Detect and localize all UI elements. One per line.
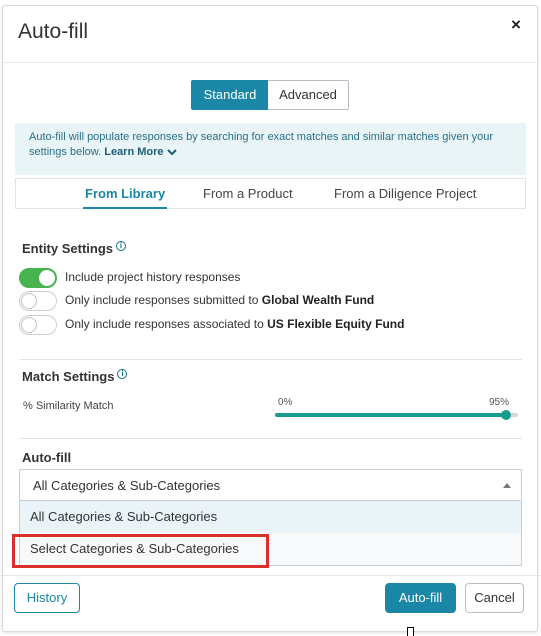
category-select[interactable]: All Categories & Sub-Categories <box>19 469 522 501</box>
info-icon[interactable]: i <box>117 369 128 379</box>
us-flexible-equity-fund-toggle[interactable] <box>19 315 57 335</box>
slider-thumb[interactable] <box>501 410 511 420</box>
autofill-button[interactable]: Auto-fill <box>385 583 456 613</box>
divider <box>19 438 522 439</box>
info-text: Auto-fill will populate responses by sea… <box>29 131 494 158</box>
autofill-heading: Auto-fill <box>22 450 72 465</box>
divider <box>19 359 522 360</box>
tab-from-a-product[interactable]: From a Product <box>203 179 293 208</box>
option-all-categories[interactable]: All Categories & Sub-Categories <box>20 501 521 533</box>
slider-min-label: 0% <box>278 397 293 408</box>
slider-fill <box>275 413 506 417</box>
close-icon[interactable]: × <box>507 16 525 34</box>
include-project-history-toggle[interactable] <box>19 268 57 288</box>
caret-up-icon <box>503 483 511 488</box>
select-value: All Categories & Sub-Categories <box>33 478 221 493</box>
global-wealth-fund-toggle[interactable] <box>19 291 57 311</box>
info-icon[interactable]: i <box>116 241 127 251</box>
entity-settings-heading: Entity Settings i <box>22 241 127 256</box>
footer-divider <box>0 575 541 576</box>
learn-more-link[interactable]: Learn More <box>104 146 177 158</box>
advanced-mode-button[interactable]: Advanced <box>268 80 349 110</box>
cancel-button[interactable]: Cancel <box>465 583 524 613</box>
toggle-label: Include project history responses <box>65 270 241 284</box>
tab-from-library[interactable]: From Library <box>82 179 168 209</box>
slider-value-label: 95% <box>489 397 510 408</box>
match-settings-heading: Match Settings i <box>22 369 128 384</box>
source-tabs: From Library From a Product From a Dilig… <box>15 178 526 209</box>
similarity-match-label: % Similarity Match <box>23 400 114 412</box>
mouse-cursor <box>407 627 414 636</box>
info-banner: Auto-fill will populate responses by sea… <box>15 123 526 175</box>
chevron-down-icon <box>166 149 177 156</box>
category-dropdown-list: All Categories & Sub-Categories Select C… <box>19 501 522 566</box>
tab-from-a-diligence-project[interactable]: From a Diligence Project <box>334 179 476 208</box>
toggle-label: Only include responses associated to US … <box>65 317 405 331</box>
option-select-categories[interactable]: Select Categories & Sub-Categories <box>20 533 521 565</box>
history-button[interactable]: History <box>14 583 80 613</box>
standard-mode-button[interactable]: Standard <box>191 80 269 110</box>
dialog-title: Auto-fill <box>18 20 89 43</box>
dialog-header: Auto-fill × <box>3 6 537 63</box>
toggle-label: Only include responses submitted to Glob… <box>65 293 375 307</box>
similarity-slider[interactable] <box>275 410 518 420</box>
